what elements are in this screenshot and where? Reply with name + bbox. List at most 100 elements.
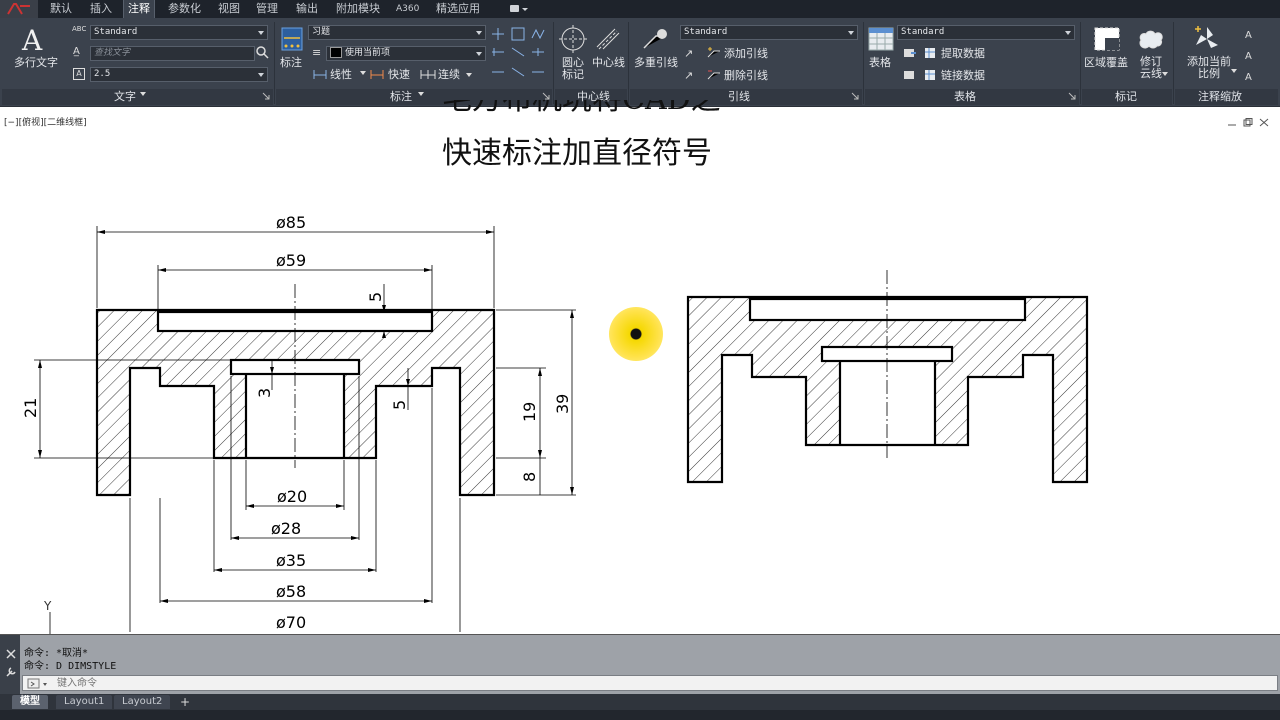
panel-launcher-icon[interactable] (1068, 92, 1076, 100)
command-input[interactable] (57, 677, 1257, 689)
find-text-input[interactable]: 查找文字 (90, 46, 255, 61)
dim-style-combo[interactable]: 习题 (308, 25, 486, 40)
text-panel-title[interactable]: 文字 (114, 90, 136, 104)
centerline-icon[interactable] (595, 27, 621, 51)
find-text-icon: A̲ (73, 46, 80, 57)
tab-output[interactable]: 输出 (292, 0, 322, 18)
annoscale-tool-icons[interactable]: AAA (1243, 27, 1259, 83)
dimension-button[interactable]: 标注 (280, 56, 302, 69)
add-leader-icon (707, 47, 720, 58)
close-icon[interactable] (5, 648, 17, 660)
quick-dim-button[interactable]: 快速 (388, 68, 410, 81)
tab-default[interactable]: 默认 (46, 0, 76, 18)
panel-launcher-icon[interactable] (262, 92, 270, 100)
centerline-button[interactable]: 中心线 (592, 56, 625, 69)
markup-panel-title[interactable]: 标记 (1115, 90, 1137, 104)
color-swatch (330, 47, 342, 58)
tab-view[interactable]: 视图 (214, 0, 244, 18)
panel-launcher-icon[interactable] (851, 92, 859, 100)
command-line-toolbar (0, 635, 20, 694)
svg-text:A: A (1245, 72, 1252, 83)
dim-label: ø35 (276, 551, 306, 570)
dim-label: 3 (255, 388, 274, 398)
tab-featured-apps[interactable]: 精选应用 (432, 0, 484, 18)
multiline-text-icon[interactable]: A (22, 24, 42, 57)
table-style-combo[interactable]: Standard (897, 25, 1075, 40)
chevron-down-icon[interactable] (1162, 72, 1168, 76)
command-prompt-icon[interactable] (27, 678, 51, 689)
command-input-box[interactable] (22, 675, 1278, 691)
multileader-icon[interactable] (640, 26, 670, 52)
panel-dropdown-icon[interactable] (140, 92, 146, 96)
ucs-y-label: Y (43, 599, 52, 613)
tab-a360[interactable]: A360 (392, 0, 423, 18)
tab-manage[interactable]: 管理 (252, 0, 282, 18)
table-button[interactable]: 表格 (869, 56, 891, 69)
dim-label: 8 (520, 472, 539, 482)
add-leader-button[interactable]: 添加引线 (724, 47, 768, 60)
wipeout-button[interactable]: 区域覆盖 (1084, 56, 1128, 69)
panel-launcher-icon[interactable] (542, 92, 550, 100)
tab-layout1[interactable]: Layout1 (56, 695, 113, 709)
link-data-icon (925, 70, 935, 80)
leader-panel-title[interactable]: 引线 (728, 90, 750, 104)
dim-label: ø59 (276, 251, 306, 270)
restore-icon[interactable] (1243, 118, 1253, 127)
tab-model[interactable]: 模型 (12, 695, 48, 709)
dim-panel-title[interactable]: 标注 (390, 90, 412, 104)
table-panel-title[interactable]: 表格 (954, 90, 976, 104)
panel-divider (553, 22, 554, 104)
add-layout-button[interactable]: + (178, 696, 192, 708)
dim-label: ø85 (276, 213, 306, 232)
annoscale-panel-title[interactable]: 注释缩放 (1198, 90, 1242, 104)
chevron-down-icon[interactable] (466, 73, 472, 77)
add-current-scale-button[interactable]: 添加当前比例 (1186, 56, 1232, 80)
multileader-button[interactable]: 多重引线 (634, 56, 678, 69)
wrench-icon[interactable] (5, 666, 17, 678)
chevron-down-icon[interactable] (1231, 69, 1237, 73)
dim-layer-combo[interactable]: 使用当前项 (326, 46, 486, 61)
tab-annotate[interactable]: 注释 (123, 0, 155, 18)
close-icon[interactable] (1259, 118, 1269, 127)
continue-dim-button[interactable]: 连续 (438, 68, 460, 81)
remove-leader-button[interactable]: 删除引线 (724, 69, 768, 82)
leader-style-combo[interactable]: Standard (680, 25, 858, 40)
tab-addins[interactable]: 附加模块 (332, 0, 384, 18)
tab-layout2[interactable]: Layout2 (114, 695, 171, 709)
command-history-line: 命令: D DIMSTYLE (24, 661, 117, 672)
wipeout-icon[interactable] (1093, 26, 1121, 52)
align-leader-icon: ↗ (684, 69, 694, 82)
tab-insert[interactable]: 插入 (86, 0, 116, 18)
panel-divider (863, 22, 864, 104)
link-data-button[interactable]: 链接数据 (941, 69, 985, 82)
dim-tool-icons[interactable] (490, 26, 550, 82)
panel-dropdown-icon[interactable] (418, 92, 424, 96)
dim-label: ø58 (276, 582, 306, 601)
svg-text:A: A (1245, 30, 1252, 41)
text-height-combo[interactable]: 2.5 (90, 67, 268, 82)
minimize-icon[interactable] (1227, 118, 1237, 127)
extract-data-icon (925, 48, 935, 58)
cursor-highlight (609, 307, 663, 361)
dim-style-value: 习题 (312, 27, 331, 37)
chevron-down-icon[interactable] (360, 71, 366, 75)
cad-drawing[interactable]: ø85 ø59 ø20 ø28 ø35 ø58 ø70 5 3 5 21 19 … (0, 107, 1280, 634)
center-mark-button[interactable]: 圆心标记 (561, 57, 585, 81)
tab-parametric[interactable]: 参数化 (164, 0, 205, 18)
revcloud-icon[interactable] (1137, 28, 1165, 50)
canvas-title-line2: 快速标注加直径符号 (442, 136, 712, 171)
canvas-title-line1: 毛万布机坑将CAD之 (442, 100, 721, 122)
multiline-text-button[interactable]: 多行文字 (14, 56, 58, 69)
center-mark-icon[interactable] (559, 25, 587, 53)
application-menu-button[interactable] (0, 0, 38, 18)
text-style-combo[interactable]: Standard (90, 25, 268, 40)
search-icon[interactable] (256, 46, 269, 59)
table-icon[interactable] (868, 27, 894, 51)
ribbon-minimize-icon[interactable] (508, 2, 530, 15)
add-scale-icon[interactable] (1193, 25, 1221, 53)
viewport-controls-label[interactable]: [−][俯视][二维线框] (4, 115, 87, 128)
linear-dim-button[interactable]: 线性 (330, 68, 352, 81)
revcloud-button[interactable]: 修订云线 (1138, 56, 1164, 80)
dimension-icon[interactable] (280, 26, 304, 54)
extract-data-button[interactable]: 提取数据 (941, 47, 985, 60)
